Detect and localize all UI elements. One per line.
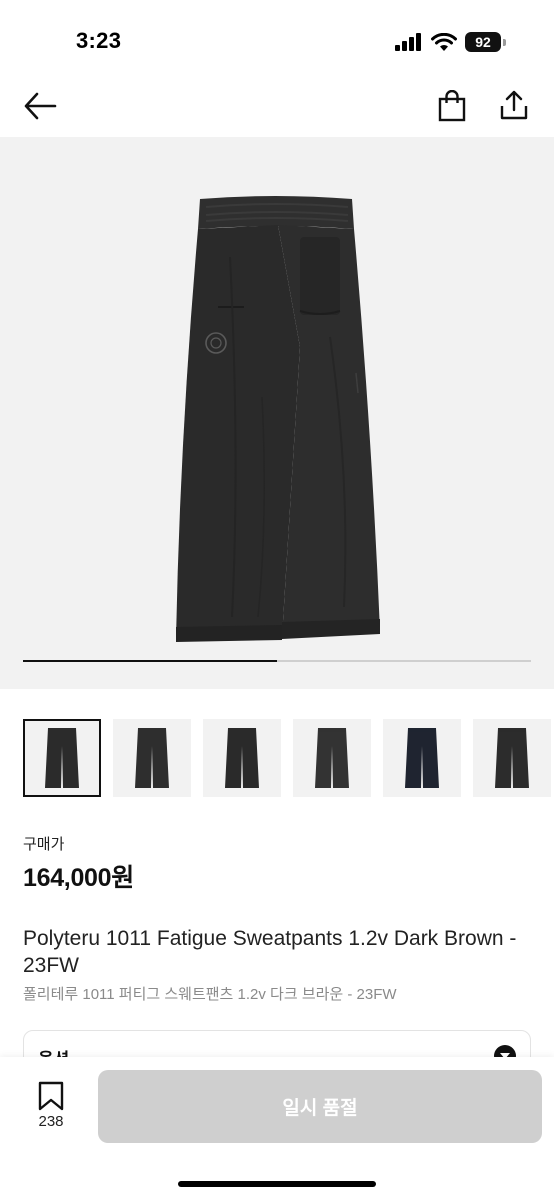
share-icon [500,90,528,120]
share-button[interactable] [494,84,534,126]
nav-bar [0,80,554,136]
thumbnail-pants-image [315,728,349,788]
thumbnail-1[interactable] [23,719,101,797]
product-title-korean: 폴리테루 1011 퍼티그 스웨트팬츠 1.2v 다크 브라운 - 23FW [23,986,397,1003]
thumbnail-strip [23,719,551,799]
thumbnail-5[interactable] [383,719,461,797]
gallery-progress [23,660,531,662]
status-time: 3:23 [76,28,122,53]
price-label: 구매가 [23,836,65,853]
status-icons: 92 [395,30,506,54]
bookmark-icon [38,1081,64,1111]
signal-icon [395,33,421,51]
product-image-gallery[interactable] [0,137,554,689]
thumbnail-pants-image [405,728,439,788]
product-title: Polyteru 1011 Fatigue Sweatpants 1.2v Da… [23,927,517,977]
thumbnail-pants-image [225,728,259,788]
thumbnail-pants-image [45,728,79,788]
back-button[interactable] [20,86,60,126]
battery-tip [503,38,506,46]
battery-icon: 92 [465,32,506,52]
cart-button[interactable] [432,86,472,126]
thumbnail-4[interactable] [293,719,371,797]
product-image [176,196,380,642]
wishlist-count: 238 [38,1113,64,1130]
gallery-progress-fill [23,660,277,662]
battery-level: 92 [465,32,501,52]
price: 164,000원 [23,864,134,892]
bottom-action-bar: 238 일시 품절 [0,1057,554,1200]
thumbnail-6[interactable] [473,719,551,797]
thumbnail-3[interactable] [203,719,281,797]
status-bar: 3:23 92 [0,0,554,80]
back-arrow-icon [24,92,57,120]
sold-out-button[interactable]: 일시 품절 [98,1070,542,1143]
wishlist-button[interactable]: 238 [28,1081,76,1137]
home-indicator [178,1181,376,1187]
wifi-icon [431,32,457,51]
shopping-bag-icon [438,90,466,122]
thumbnail-2[interactable] [113,719,191,797]
thumbnail-pants-image [495,728,529,788]
thumbnail-pants-image [135,728,169,788]
